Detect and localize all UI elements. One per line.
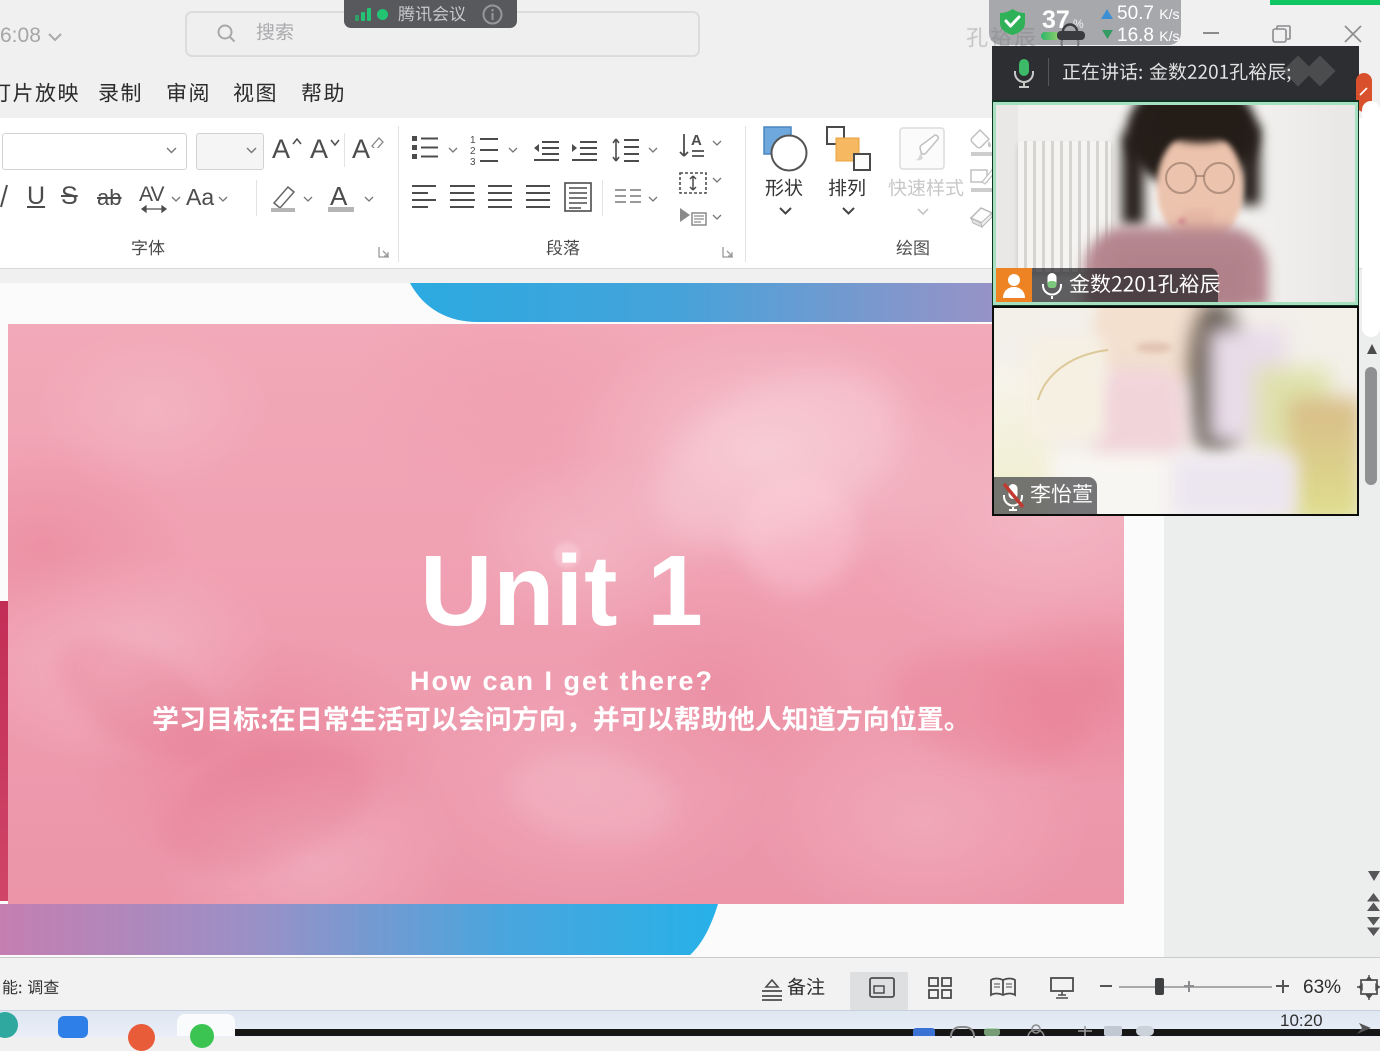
svg-text:3: 3 (470, 157, 476, 166)
svg-text:2: 2 (470, 146, 476, 157)
svg-text:1: 1 (470, 135, 476, 146)
svg-text:A: A (691, 132, 702, 149)
